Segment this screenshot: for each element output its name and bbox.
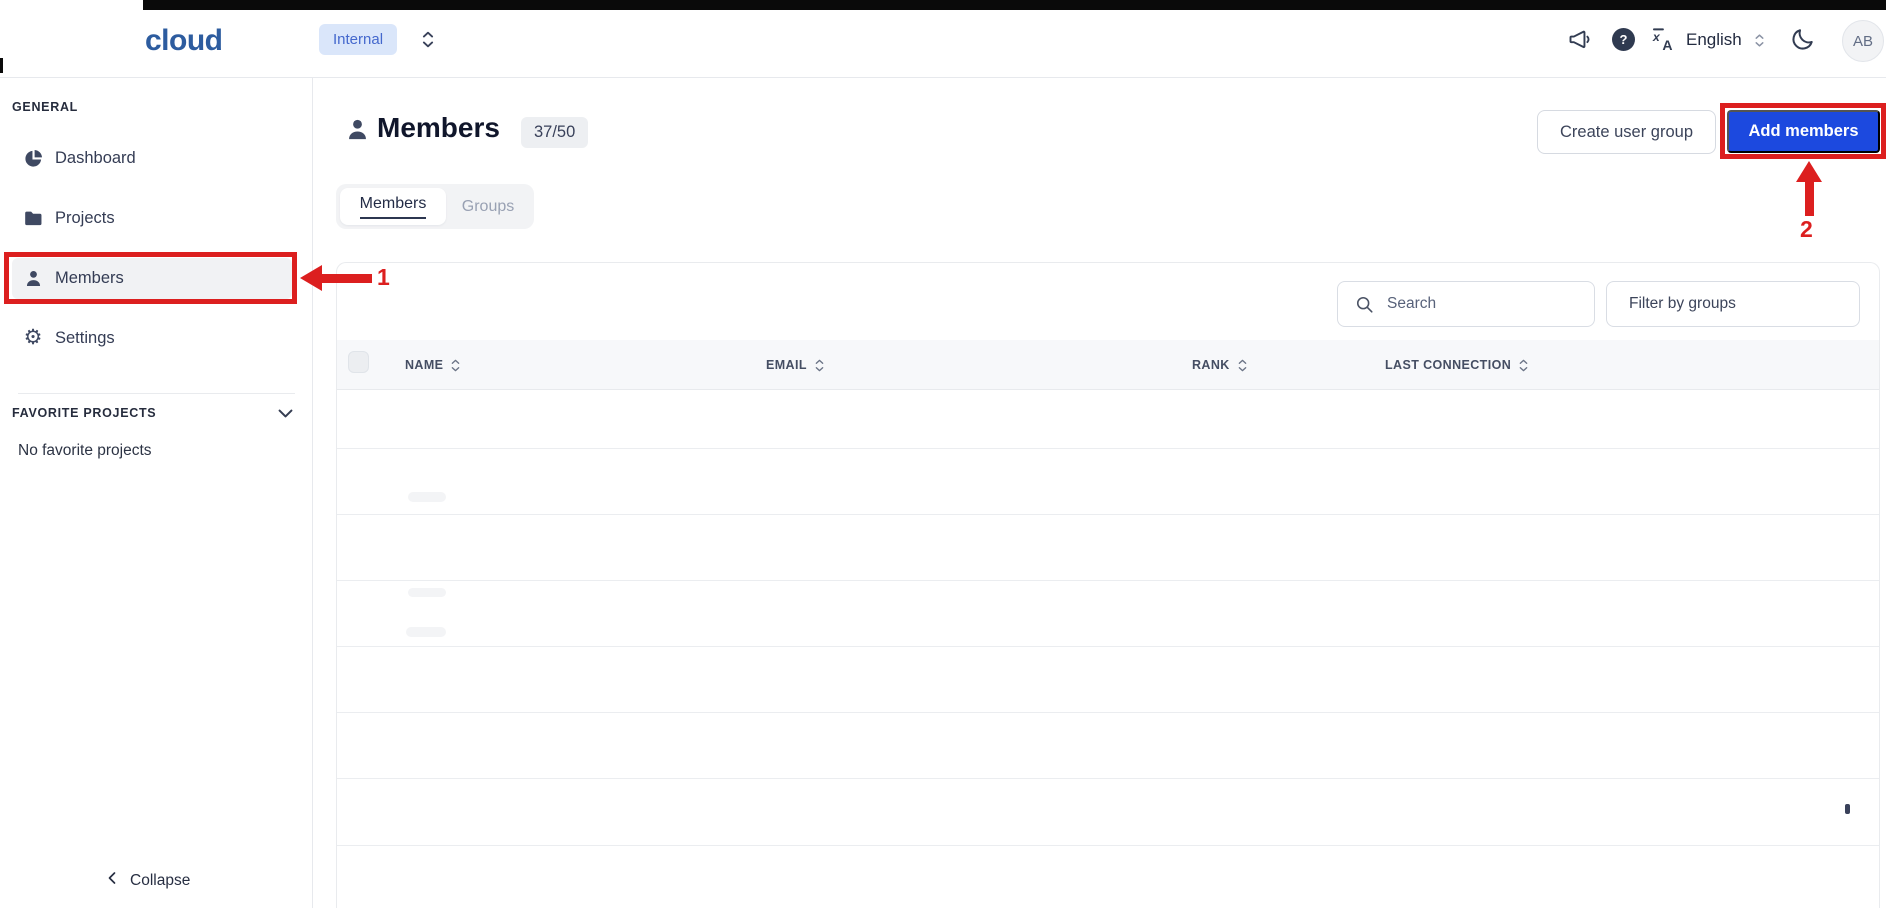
folder-icon (22, 207, 44, 229)
page-title: Members (377, 112, 500, 143)
column-header-email[interactable]: EMAIL (766, 352, 824, 378)
column-header-last-connection[interactable]: LAST CONNECTION (1385, 352, 1528, 378)
annotation-arrow-step2 (1796, 161, 1822, 182)
filter-by-groups-button[interactable]: Filter by groups (1606, 281, 1860, 327)
redacted-blur (406, 627, 446, 637)
column-header-rank[interactable]: RANK (1192, 352, 1247, 378)
sort-icon (815, 359, 824, 371)
pie-chart-icon (22, 147, 44, 169)
language-label[interactable]: English (1686, 30, 1742, 50)
sidebar-section-general: GENERAL (12, 100, 79, 114)
annotation-step2-label: 2 (1800, 216, 1813, 242)
annotation-arrow-step2-shaft (1805, 180, 1814, 216)
table-row-separator (337, 778, 1879, 779)
collapse-label: Collapse (130, 871, 191, 889)
svg-text:A: A (1662, 37, 1672, 53)
sort-icon (1519, 359, 1528, 371)
gear-icon: ⚙ (23, 326, 43, 349)
help-icon[interactable]: ? (1612, 28, 1635, 51)
organization-badge-label: Internal (333, 31, 384, 48)
topbar (0, 0, 1886, 78)
sidebar-item-label: Settings (55, 328, 115, 347)
members-title-icon (344, 116, 371, 148)
create-user-group-button[interactable]: Create user group (1537, 110, 1716, 154)
search-icon (1356, 296, 1373, 313)
chevron-left-icon (104, 870, 120, 891)
sidebar-collapse-button[interactable]: Collapse (104, 870, 190, 891)
browser-top-strip (143, 0, 1886, 10)
favorites-empty-text: No favorite projects (18, 442, 152, 459)
sidebar-item-label: Dashboard (55, 148, 136, 167)
table-row-separator (337, 646, 1879, 647)
sidebar-item-settings[interactable]: ⚙ Settings (0, 318, 300, 358)
stray-character-mark (1845, 804, 1850, 814)
search-input[interactable] (1387, 295, 1567, 313)
redacted-blur (408, 588, 446, 597)
table-row-separator (337, 845, 1879, 846)
annotation-arrow-step1-shaft (318, 274, 372, 283)
table-header (337, 340, 1879, 390)
avatar-initials: AB (1852, 32, 1873, 50)
members-count-badge: 37/50 (521, 117, 589, 148)
sidebar-divider (18, 393, 295, 394)
organization-selector-icon[interactable] (421, 30, 435, 49)
translate-icon[interactable]: xA (1650, 26, 1677, 58)
tab-members[interactable]: Members (340, 188, 446, 225)
left-edge-mark (0, 58, 3, 73)
sort-icon (1238, 359, 1247, 371)
sidebar-section-favorite-projects: FAVORITE PROJECTS (12, 406, 157, 420)
svg-text:x: x (1652, 30, 1661, 44)
cloud-logo[interactable]: cloud (145, 24, 223, 58)
table-row-separator (337, 448, 1879, 449)
select-all-checkbox[interactable] (348, 351, 369, 373)
members-groups-tabs: Members Groups (336, 184, 534, 229)
megaphone-icon[interactable] (1566, 26, 1593, 58)
tab-groups[interactable]: Groups (446, 188, 530, 225)
app-window: cloud Internal ? xA English AB GENERAL D… (0, 0, 1886, 908)
chevron-down-icon[interactable] (276, 404, 295, 428)
search-box (1337, 281, 1595, 327)
moon-icon[interactable] (1789, 26, 1816, 58)
redacted-blur (408, 492, 446, 502)
sidebar-item-label: Projects (55, 208, 115, 227)
organization-badge[interactable]: Internal (319, 24, 398, 55)
language-selector-icon[interactable] (1754, 33, 1765, 48)
sort-icon (452, 359, 460, 371)
table-row-separator (337, 580, 1879, 581)
table-row-separator (337, 514, 1879, 515)
annotation-box-step1 (4, 252, 297, 304)
sidebar-item-dashboard[interactable]: Dashboard (0, 138, 300, 178)
avatar[interactable]: AB (1842, 20, 1884, 62)
sidebar-item-projects[interactable]: Projects (0, 198, 300, 238)
column-header-name[interactable]: NAME (405, 352, 460, 378)
annotation-step1-label: 1 (377, 264, 390, 290)
table-row-separator (337, 712, 1879, 713)
annotation-box-step2 (1720, 103, 1886, 159)
